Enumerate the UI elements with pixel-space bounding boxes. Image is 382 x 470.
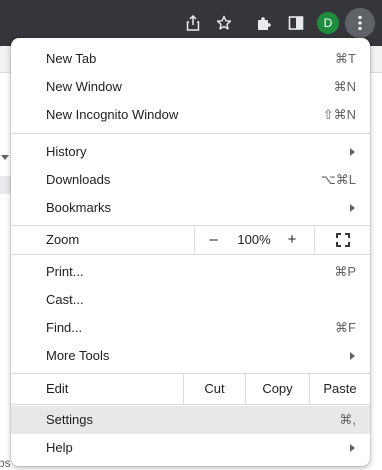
menu-item-label: More Tools xyxy=(46,348,110,363)
page-partial-text: ps xyxy=(0,456,11,470)
menu-item-print[interactable]: Print... ⌘P xyxy=(11,258,370,286)
chrome-main-menu: New Tab ⌘T New Window ⌘N New Incognito W… xyxy=(11,38,370,466)
menu-item-shortcut: ⌥⌘L xyxy=(320,172,356,187)
submenu-arrow-icon xyxy=(350,204,355,212)
menu-item-label: Cast... xyxy=(46,292,84,307)
cut-button[interactable]: Cut xyxy=(184,374,245,404)
puzzle-icon[interactable] xyxy=(251,10,277,36)
menu-item-shortcut: ⌘P xyxy=(334,264,356,279)
menu-item-label: History xyxy=(46,144,87,159)
menu-item-shortcut: ⌘N xyxy=(333,79,356,94)
menu-item-new-incognito-window[interactable]: New Incognito Window ⇧⌘N xyxy=(11,101,370,129)
menu-row-edit: Edit Cut Copy Paste xyxy=(11,374,370,404)
menu-separator xyxy=(11,133,370,134)
menu-item-label: New Incognito Window xyxy=(46,107,179,122)
menu-item-settings[interactable]: Settings ⌘, xyxy=(11,406,370,434)
submenu-arrow-icon xyxy=(350,352,355,360)
fullscreen-button[interactable] xyxy=(323,226,363,254)
star-icon[interactable] xyxy=(211,10,237,36)
menu-item-history[interactable]: History xyxy=(11,138,370,166)
menu-item-shortcut: ⌘, xyxy=(339,412,356,427)
menu-item-label: New Window xyxy=(46,79,122,94)
menu-item-downloads[interactable]: Downloads ⌥⌘L xyxy=(11,166,370,194)
menu-item-shortcut: ⇧⌘N xyxy=(322,107,356,122)
menu-item-cast[interactable]: Cast... xyxy=(11,286,370,314)
paste-button[interactable]: Paste xyxy=(310,374,370,404)
menu-item-label: Settings xyxy=(46,412,93,427)
menu-item-new-tab[interactable]: New Tab ⌘T xyxy=(11,45,370,73)
share-icon[interactable] xyxy=(180,10,206,36)
page-dropdown-caret-icon xyxy=(1,155,9,160)
menu-item-label: Bookmarks xyxy=(46,200,112,215)
menu-row-zoom: Zoom – 100% + xyxy=(11,226,370,254)
menu-item-shortcut: ⌘T xyxy=(335,51,356,66)
zoom-divider xyxy=(194,226,195,254)
edit-label: Edit xyxy=(46,381,69,396)
menu-separator xyxy=(11,404,370,405)
menu-item-bookmarks[interactable]: Bookmarks xyxy=(11,194,370,222)
zoom-level-value: 100% xyxy=(237,232,271,247)
menu-separator xyxy=(11,254,370,255)
copy-button[interactable]: Copy xyxy=(246,374,309,404)
menu-item-new-window[interactable]: New Window ⌘N xyxy=(11,73,370,101)
menu-item-help[interactable]: Help xyxy=(11,434,370,462)
menu-item-label: Find... xyxy=(46,320,83,335)
zoom-in-button[interactable]: + xyxy=(281,226,303,254)
menu-item-label: Downloads xyxy=(46,172,111,187)
menu-item-label: Print... xyxy=(46,264,84,279)
menu-item-find[interactable]: Find... ⌘F xyxy=(11,314,370,342)
menu-item-label: Help xyxy=(46,440,73,455)
profile-avatar[interactable]: D xyxy=(317,12,339,34)
submenu-arrow-icon xyxy=(350,148,355,156)
submenu-arrow-icon xyxy=(350,444,355,452)
three-dots-vertical-icon[interactable] xyxy=(345,8,375,38)
fullscreen-icon xyxy=(336,233,350,247)
side-panel-icon[interactable] xyxy=(283,10,309,36)
zoom-out-button[interactable]: – xyxy=(201,226,226,254)
zoom-divider xyxy=(314,226,315,254)
menu-item-shortcut: ⌘F xyxy=(335,320,356,335)
menu-item-label: New Tab xyxy=(46,51,97,66)
menu-item-more-tools[interactable]: More Tools xyxy=(11,342,370,370)
zoom-label: Zoom xyxy=(46,232,80,247)
